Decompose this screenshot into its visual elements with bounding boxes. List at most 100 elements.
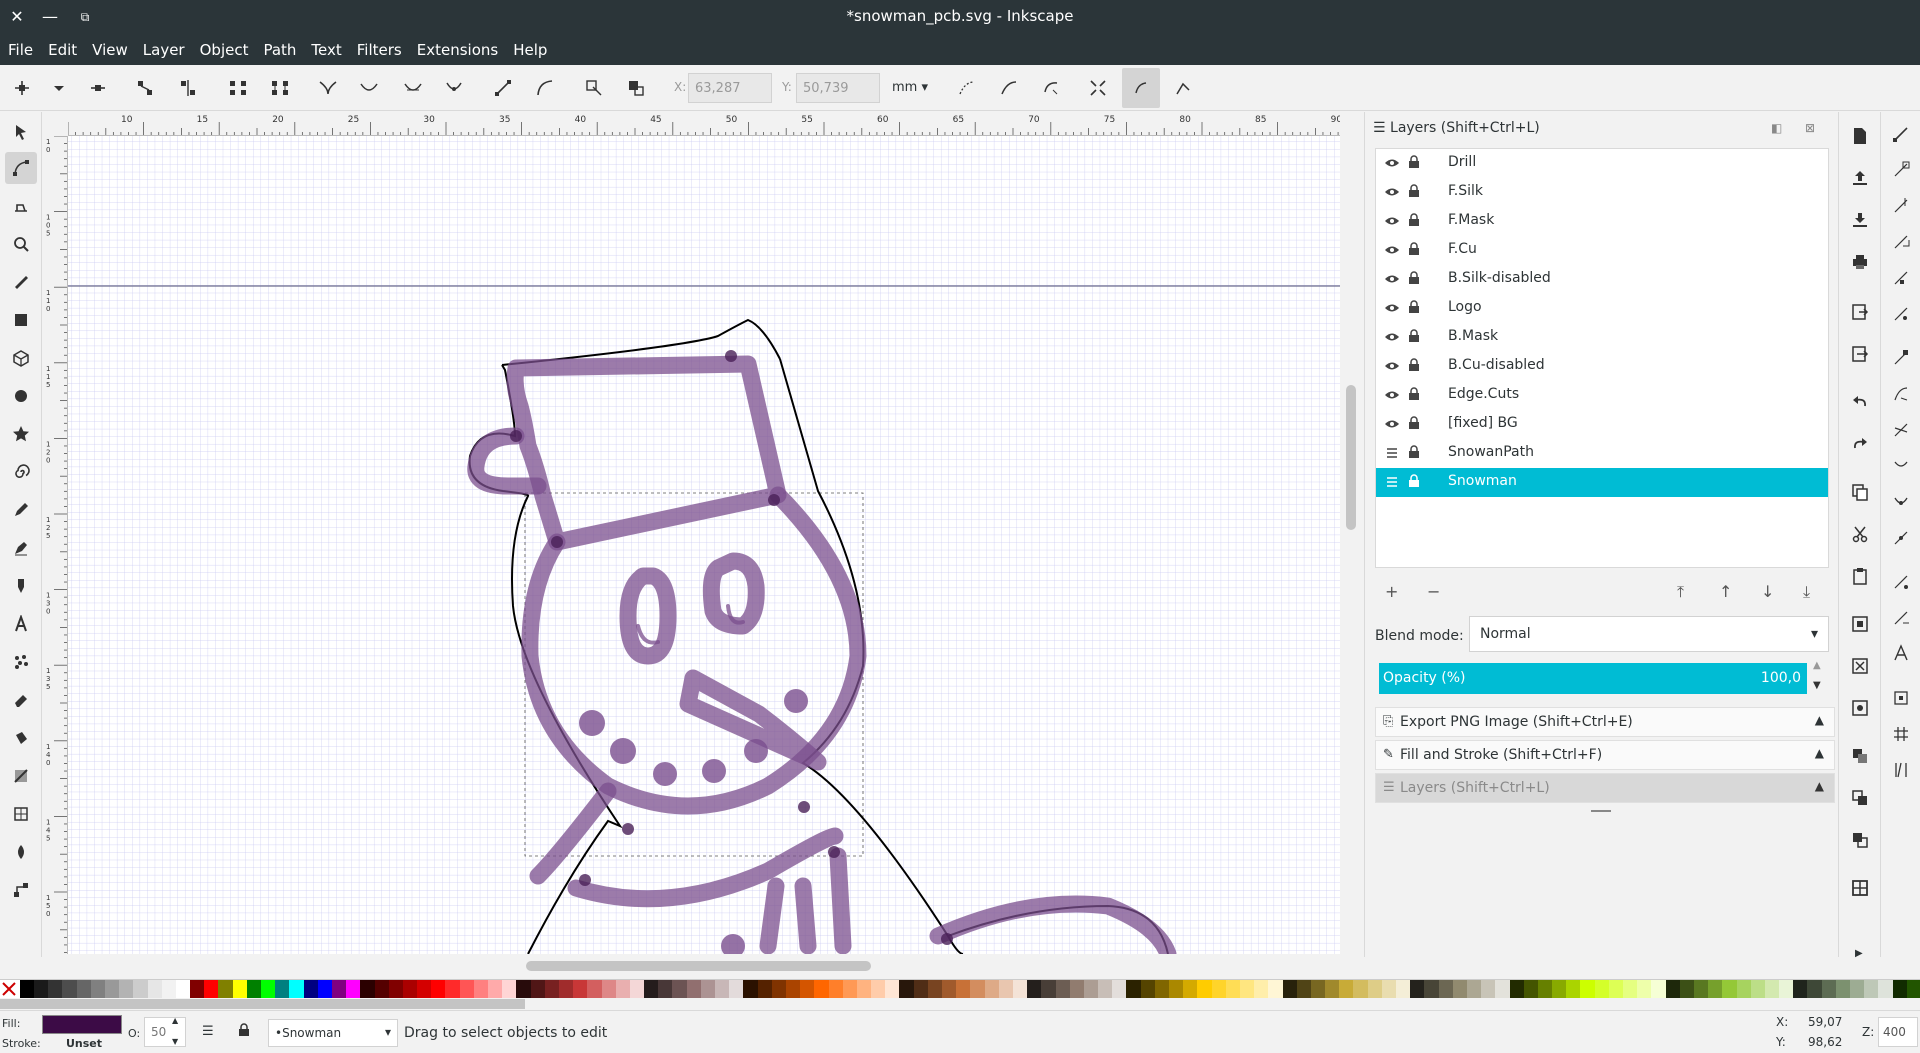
eye-icon[interactable] <box>1384 185 1400 199</box>
zoom-field[interactable]: 400 <box>1878 1017 1918 1047</box>
palette-swatch[interactable] <box>1098 980 1113 998</box>
zoom-page-icon[interactable] <box>1850 698 1870 718</box>
palette-swatch[interactable] <box>1623 980 1638 998</box>
palette-swatch[interactable] <box>218 980 233 998</box>
layer-row[interactable]: Edge.Cuts <box>1376 381 1828 410</box>
palette-swatch[interactable] <box>1566 980 1581 998</box>
palette-swatch[interactable] <box>161 980 176 998</box>
palette-swatch[interactable] <box>1892 980 1907 998</box>
palette-swatch[interactable] <box>246 980 262 998</box>
paste-icon[interactable] <box>1850 566 1870 586</box>
tab-layers[interactable]: ☰ Layers (Shift+Ctrl+L) ▲ <box>1375 773 1835 803</box>
insert-node-icon[interactable] <box>9 75 35 101</box>
palette-swatch[interactable] <box>1495 980 1510 998</box>
palette-swatch[interactable] <box>1864 980 1879 998</box>
palette-swatch[interactable] <box>1012 980 1028 998</box>
menu-file[interactable]: File <box>0 34 40 59</box>
palette-swatch[interactable] <box>388 980 403 998</box>
palette-swatch[interactable] <box>1310 980 1326 998</box>
palette-swatch[interactable] <box>785 980 801 998</box>
palette-swatch[interactable] <box>927 980 943 998</box>
palette-swatch[interactable] <box>1183 980 1198 998</box>
palette-swatch[interactable] <box>1509 980 1524 998</box>
palette-swatch[interactable] <box>771 980 786 998</box>
layer-row[interactable]: Logo <box>1376 294 1828 323</box>
palette-swatch[interactable] <box>275 980 290 998</box>
palette-swatch[interactable] <box>1722 980 1737 998</box>
pencil-tool-icon[interactable] <box>5 494 37 526</box>
opacity-down-icon[interactable]: ▼ <box>172 1037 178 1046</box>
palette-swatch[interactable] <box>1381 980 1397 998</box>
palette-swatch[interactable] <box>956 980 971 998</box>
palette-swatch[interactable] <box>1140 980 1155 998</box>
palette-swatch[interactable] <box>757 980 772 998</box>
snap-nodes-icon[interactable] <box>1891 348 1911 368</box>
zoom-drawing-icon[interactable] <box>1850 656 1870 676</box>
palette-swatch[interactable] <box>473 980 489 998</box>
palette-swatch[interactable] <box>913 980 928 998</box>
palette-swatch[interactable] <box>984 980 999 998</box>
pen-tool-icon[interactable] <box>5 532 37 564</box>
palette-swatch[interactable] <box>1296 980 1311 998</box>
selector-tool-icon[interactable] <box>5 116 37 148</box>
palette-swatch[interactable] <box>1154 980 1170 998</box>
lock-icon[interactable] <box>1408 445 1420 459</box>
zoom-selection-icon[interactable] <box>1850 614 1870 634</box>
raise-layer-button[interactable]: ↑ <box>1719 582 1732 601</box>
snap-intersections-icon[interactable] <box>1891 420 1911 440</box>
palette-swatch[interactable] <box>743 980 758 998</box>
calligraphy-tool-icon[interactable] <box>5 570 37 602</box>
palette-swatch[interactable] <box>615 980 630 998</box>
stroke-value[interactable]: Unset <box>66 1037 102 1050</box>
layer-row[interactable]: Snowman <box>1376 468 1828 497</box>
palette-swatch[interactable] <box>729 980 744 998</box>
layer-row[interactable]: SnowanPath <box>1376 439 1828 468</box>
current-layer-select[interactable]: •Snowman ▾ <box>268 1019 398 1047</box>
palette-swatch[interactable] <box>76 980 91 998</box>
palette-swatch[interactable] <box>970 980 985 998</box>
zoom-tool-icon[interactable] <box>5 228 37 260</box>
palette-swatch[interactable] <box>871 980 886 998</box>
color-palette[interactable] <box>0 979 1920 999</box>
palette-swatch[interactable] <box>1679 980 1694 998</box>
snap-rotation-center-icon[interactable] <box>1891 608 1911 628</box>
layer-row[interactable]: B.Silk-disabled <box>1376 265 1828 294</box>
ellipse-tool-icon[interactable] <box>5 380 37 412</box>
unlink-clone-icon[interactable] <box>1850 830 1870 850</box>
smooth-node-icon[interactable] <box>356 75 382 101</box>
import-icon[interactable] <box>1850 302 1870 322</box>
next-path-effect-icon[interactable] <box>1170 75 1196 101</box>
palette-swatch[interactable] <box>1239 980 1255 998</box>
snap-object-center-icon[interactable] <box>1891 572 1911 592</box>
palette-swatch[interactable] <box>1438 980 1453 998</box>
layer-visibility-icon[interactable]: ☰ <box>202 1024 214 1039</box>
palette-swatch[interactable] <box>1410 980 1425 998</box>
palette-swatch[interactable] <box>715 980 730 998</box>
make-line-icon[interactable] <box>490 75 516 101</box>
show-path-handles-icon[interactable] <box>1122 68 1160 108</box>
palette-swatch[interactable] <box>1708 980 1723 998</box>
horizontal-scrollbar[interactable] <box>526 961 871 971</box>
snap-text-baseline-icon[interactable] <box>1891 644 1911 664</box>
palette-swatch[interactable] <box>814 980 829 998</box>
lock-icon[interactable] <box>1408 329 1420 343</box>
make-curve-icon[interactable] <box>532 75 558 101</box>
menu-extensions[interactable]: Extensions <box>409 34 505 59</box>
snap-enable-icon[interactable] <box>1891 124 1911 144</box>
menu-help[interactable]: Help <box>505 34 554 59</box>
palette-swatch[interactable] <box>147 980 162 998</box>
eye-icon[interactable] <box>1384 272 1400 286</box>
lower-layer-button[interactable]: ↓ <box>1761 582 1774 601</box>
lower-to-bottom-button[interactable]: ⤓ <box>1803 582 1810 602</box>
palette-swatch[interactable] <box>1126 980 1141 998</box>
palette-swatch[interactable] <box>899 980 914 998</box>
clone-icon[interactable] <box>1850 788 1870 808</box>
palette-swatch[interactable] <box>19 980 35 998</box>
remove-layer-button[interactable]: − <box>1427 582 1440 601</box>
menu-path[interactable]: Path <box>255 34 303 59</box>
palette-swatch[interactable] <box>1850 980 1865 998</box>
snap-cusp-icon[interactable] <box>1891 456 1911 476</box>
palette-swatch[interactable] <box>1282 980 1297 998</box>
eye-icon[interactable] <box>1384 301 1400 315</box>
lock-icon[interactable] <box>1408 242 1420 256</box>
